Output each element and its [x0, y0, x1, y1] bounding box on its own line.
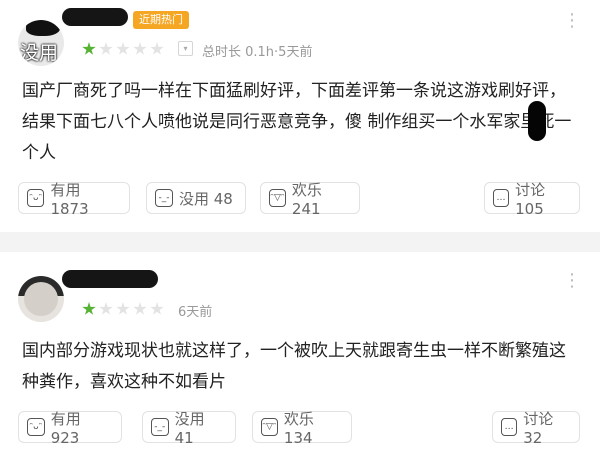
discuss-button[interactable]: … 讨论 32	[492, 410, 580, 447]
laugh-emoji-icon: ᵔ▽ᵔ	[261, 418, 278, 436]
avatar[interactable]	[18, 276, 64, 322]
star-icon	[99, 302, 113, 315]
comment-icon: …	[501, 418, 518, 436]
fun-button[interactable]: ᵔ▽ᵔ 欢乐 134	[252, 410, 352, 447]
star-icon	[150, 302, 164, 315]
useless-button[interactable]: -_- 没用 41	[142, 410, 236, 447]
discuss-label: 讨论 32	[523, 409, 554, 447]
useful-label: 有用 923	[50, 409, 81, 447]
rating-stars	[82, 302, 164, 316]
useless-label: 没用 41	[174, 409, 205, 447]
review-card: ⋮ 6天前 国内部分游戏现状也就这样了，一个被吹上天就跟寄生虫一样不断繁殖这种粪…	[0, 0, 600, 456]
avatar-face	[24, 282, 58, 316]
review-body: 国内部分游戏现状也就这样了，一个被吹上天就跟寄生虫一样不断繁殖这种粪作，喜欢这种…	[22, 341, 566, 392]
meh-emoji-icon: -_-	[151, 418, 169, 436]
star-icon	[133, 302, 147, 315]
username-redacted	[62, 270, 158, 288]
star-icon	[82, 302, 96, 315]
fun-label: 欢乐 134	[283, 409, 314, 447]
star-icon	[116, 302, 130, 315]
useful-button[interactable]: ᵔᴗᵔ 有用 923	[18, 410, 122, 447]
thumbs-up-emoji-icon: ᵔᴗᵔ	[27, 418, 45, 436]
more-dots-icon[interactable]: ⋮	[563, 270, 582, 291]
review-meta: 6天前	[178, 305, 213, 320]
